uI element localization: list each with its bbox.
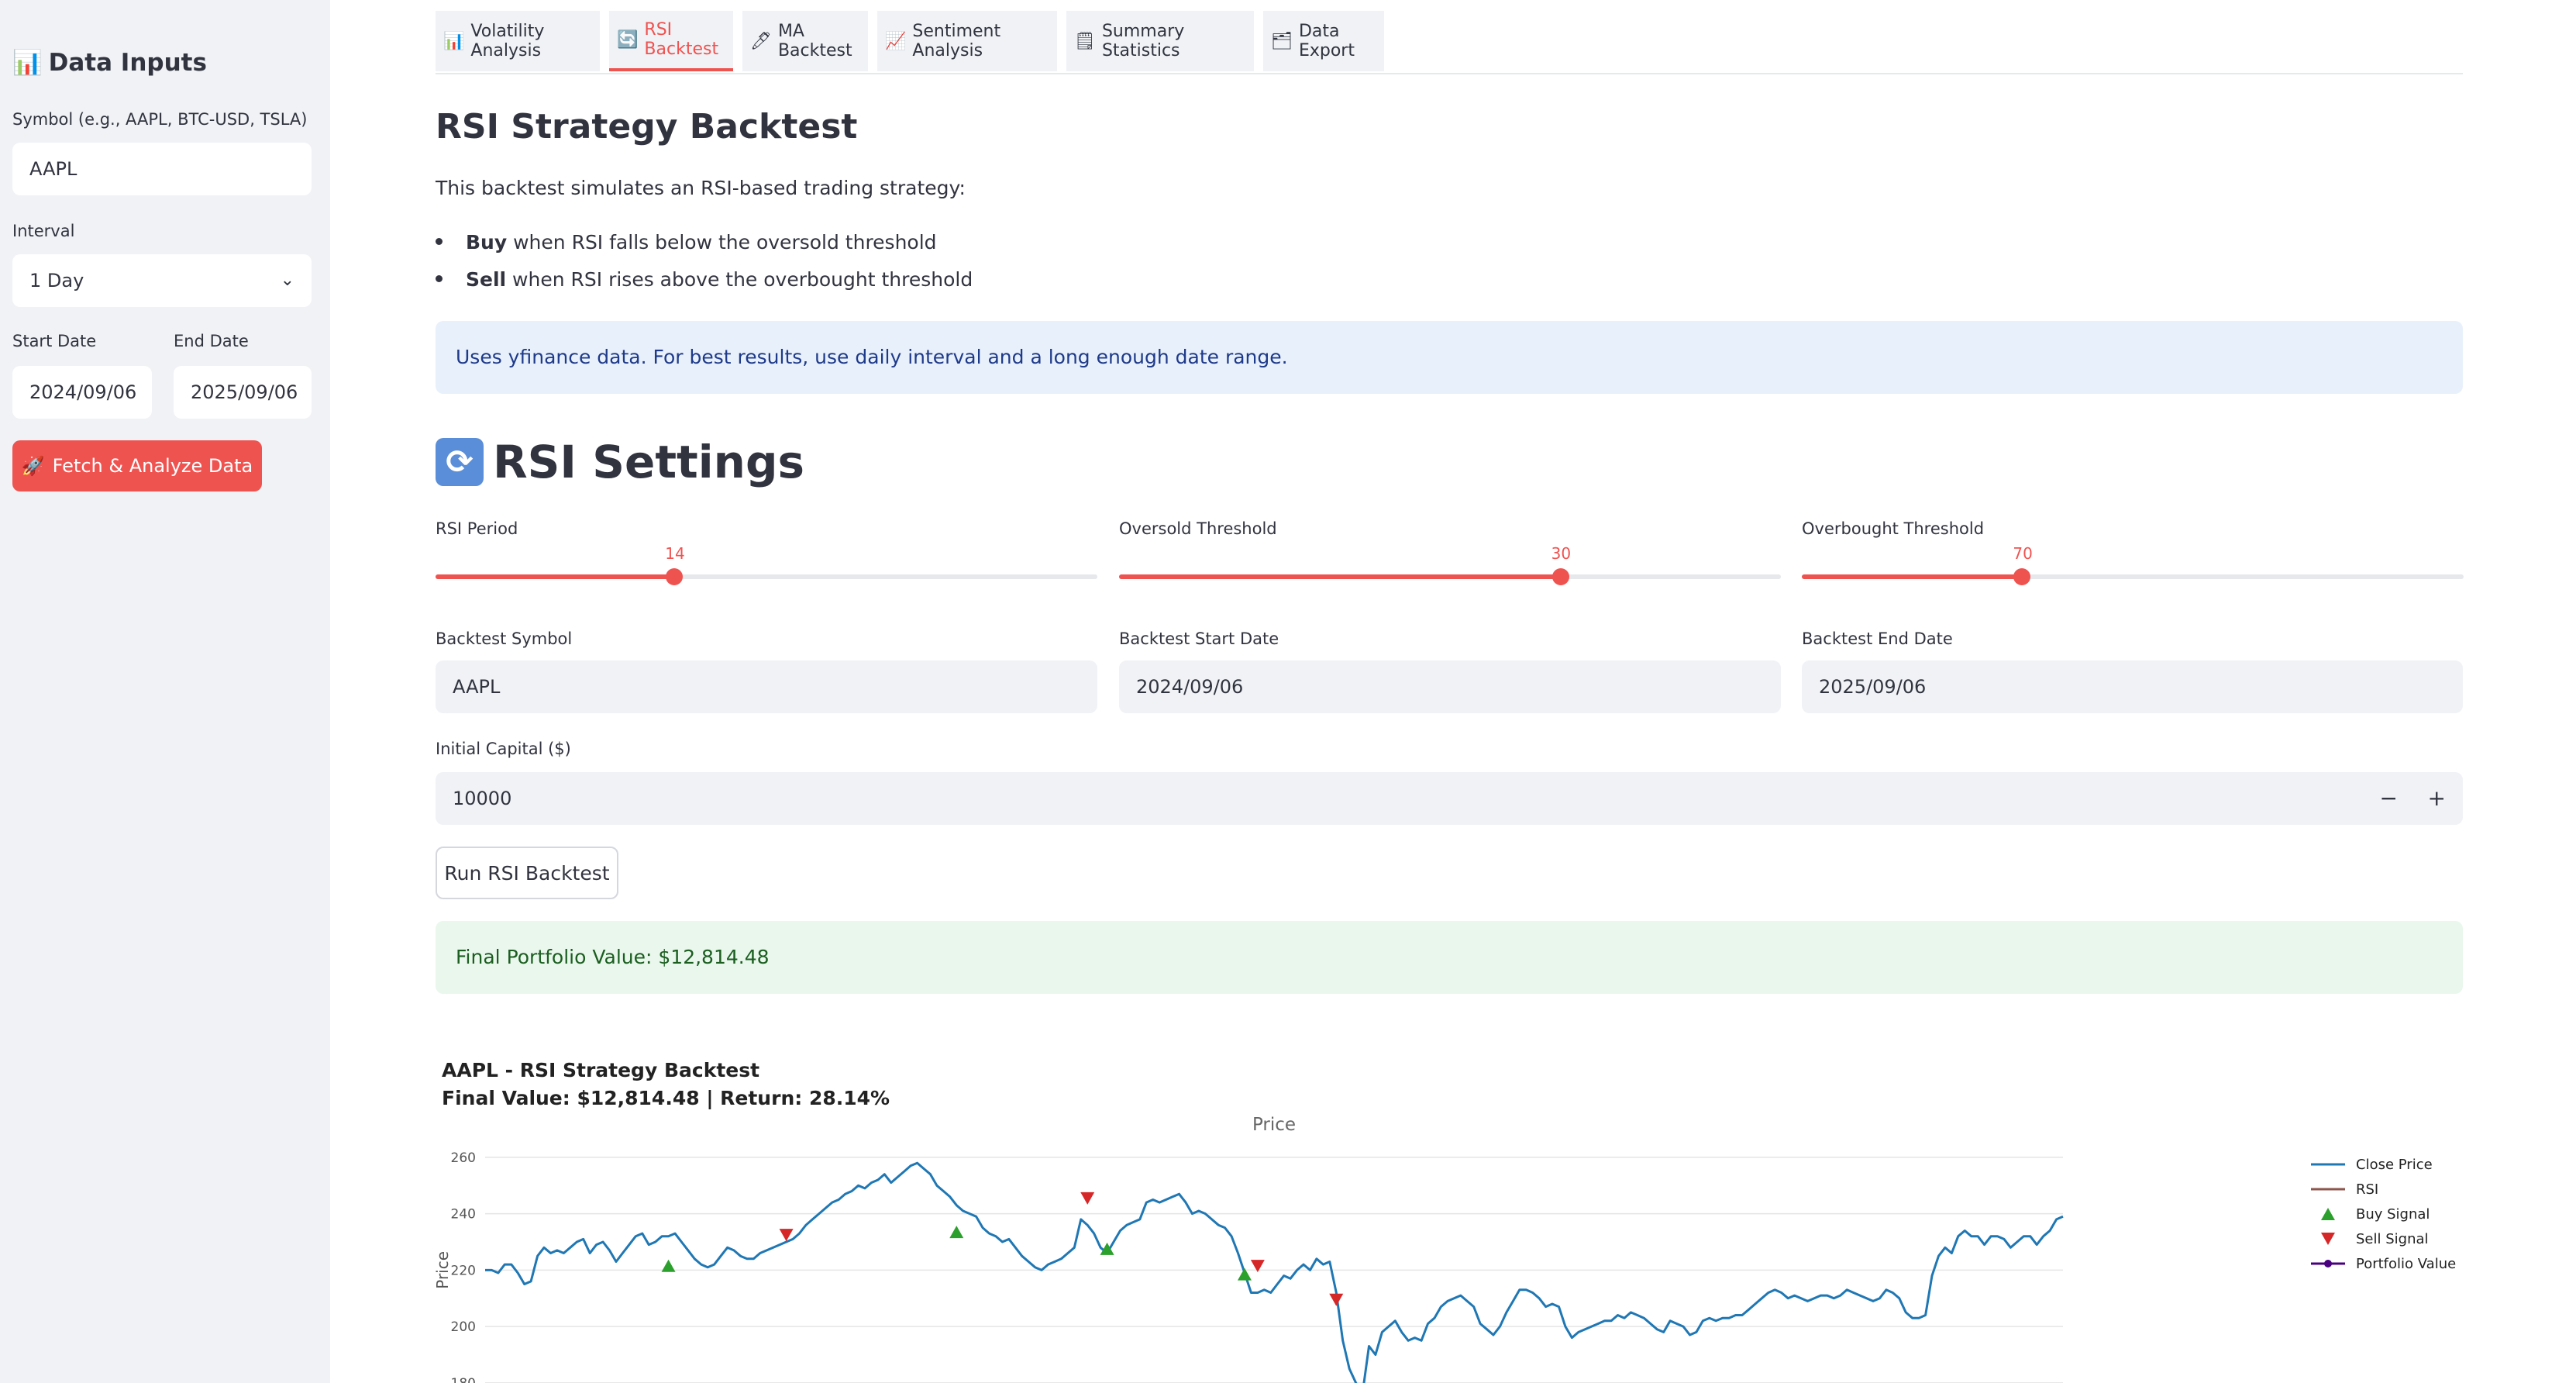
intro-text: This backtest simulates an RSI-based tra… — [436, 177, 966, 199]
rsi-period-slider[interactable] — [436, 568, 1097, 585]
symbol-label: Symbol (e.g., AAPL, BTC-USD, TSLA) — [12, 110, 308, 129]
y-tick-label: 180 — [451, 1376, 476, 1383]
y-tick-label: 200 — [451, 1319, 476, 1335]
success-alert: Final Portfolio Value: $12,814.48 — [436, 921, 2463, 994]
y-tick-label: 240 — [451, 1207, 476, 1223]
sell-signal-marker — [1329, 1293, 1344, 1306]
backtest-symbol-label: Backtest Symbol — [436, 629, 573, 648]
legend-swatch — [2321, 1233, 2335, 1245]
legend-item[interactable]: Sell Signal — [2311, 1226, 2456, 1251]
interval-label: Interval — [12, 222, 75, 240]
legend-swatch — [2321, 1208, 2335, 1220]
backtest-start-date-input[interactable]: 2024/09/06 — [1119, 660, 1781, 713]
buy-signal-marker — [661, 1259, 676, 1272]
settings-heading: ⟳ RSI Settings — [436, 436, 804, 488]
legend-item[interactable]: Portfolio Value — [2311, 1251, 2456, 1276]
sell-signal-marker — [1080, 1192, 1095, 1205]
panel-title: Price — [1252, 1115, 1296, 1135]
info-alert: Uses yfinance data. For best results, us… — [436, 321, 2463, 394]
overbought-threshold-label: Overbought Threshold — [1802, 519, 1985, 538]
legend-item[interactable]: RSI — [2311, 1177, 2456, 1202]
list-item: Sell when RSI rises above the overbought… — [436, 268, 973, 291]
tab-rsi-backtest[interactable]: 🔄 RSI Backtest — [609, 11, 733, 71]
notepad-icon: 🗒 — [1074, 31, 1096, 51]
legend-swatch — [2311, 1163, 2345, 1166]
oversold-threshold-slider[interactable] — [1119, 568, 1781, 585]
slider-handle[interactable] — [1551, 568, 1569, 585]
symbol-input[interactable]: AAPL — [12, 143, 312, 195]
chart-title: AAPL - RSI Strategy Backtest — [442, 1059, 760, 1081]
tab-summary-statistics[interactable]: 🗒 Summary Statistics — [1066, 11, 1254, 71]
legend-swatch — [2311, 1260, 2345, 1267]
slider-fill — [1119, 574, 1561, 579]
refresh-icon: 🔄 — [617, 29, 639, 50]
slider-fill — [1802, 574, 2023, 579]
fetch-analyze-button[interactable]: 🚀 Fetch & Analyze Data — [12, 440, 262, 491]
chevron-down-icon: ⌄ — [280, 271, 294, 290]
chart-subtitle: Final Value: $12,814.48 | Return: 28.14% — [442, 1087, 890, 1109]
rocket-icon: 🚀 — [21, 455, 45, 477]
refresh-icon: ⟳ — [436, 438, 484, 486]
rsi-period-value: 14 — [665, 544, 685, 563]
y-tick-label: 220 — [451, 1263, 476, 1278]
rsi-period-label: RSI Period — [436, 519, 518, 538]
end-date-input[interactable]: 2025/09/06 — [174, 366, 312, 419]
overbought-threshold-slider[interactable] — [1802, 568, 2464, 585]
overbought-threshold-value: 70 — [2013, 544, 2033, 563]
run-rsi-backtest-button[interactable]: Run RSI Backtest — [436, 847, 618, 899]
slider-handle[interactable] — [666, 568, 684, 585]
oversold-threshold-value: 30 — [1551, 544, 1572, 563]
increment-button[interactable]: + — [2428, 772, 2446, 825]
main-content: 📊 Volatility Analysis 🔄 RSI Backtest 🖊 MA B… — [330, 0, 2576, 1383]
y-axis-label: Price — [433, 1251, 452, 1289]
end-date-label: End Date — [174, 332, 249, 350]
tab-bar: 📊 Volatility Analysis 🔄 RSI Backtest 🖊 MA B… — [436, 11, 2463, 74]
backtest-symbol-input[interactable]: AAPL — [436, 660, 1097, 713]
start-date-input[interactable]: 2024/09/06 — [12, 366, 152, 419]
sidebar: 📊 Data Inputs Symbol (e.g., AAPL, BTC-USD… — [0, 0, 330, 1383]
interval-select[interactable]: 1 Day ⌄ — [12, 254, 312, 307]
legend-swatch — [2311, 1188, 2345, 1191]
tab-ma-backtest[interactable]: 🖊 MA Backtest — [742, 11, 868, 71]
chart-legend: Close Price RSI Buy Signal Sell Signal P… — [2311, 1152, 2456, 1276]
bar-chart-icon: 📊 — [443, 31, 465, 51]
start-date-label: Start Date — [12, 332, 97, 350]
tab-sentiment-analysis[interactable]: 📈 Sentiment Analysis — [877, 11, 1057, 71]
oversold-threshold-label: Oversold Threshold — [1119, 519, 1277, 538]
backtest-end-date-input[interactable]: 2025/09/06 — [1802, 660, 2463, 713]
decrement-button[interactable]: − — [2380, 772, 2398, 825]
legend-item[interactable]: Buy Signal — [2311, 1202, 2456, 1226]
trend-up-icon: 📈 — [885, 31, 907, 51]
price-chart: Price Price 180 200 220 240 260 — [433, 1115, 2064, 1383]
buy-signal-marker — [949, 1226, 964, 1239]
initial-capital-label: Initial Capital ($) — [436, 740, 571, 758]
tab-volatility-analysis[interactable]: 📊 Volatility Analysis — [436, 11, 600, 71]
bar-chart-icon: 📊 — [12, 49, 43, 77]
backtest-start-label: Backtest Start Date — [1119, 629, 1279, 648]
list-item: Buy when RSI falls below the oversold th… — [436, 231, 937, 253]
page-title: RSI Strategy Backtest — [436, 107, 858, 147]
close-price-line — [485, 1161, 2064, 1383]
sidebar-title: 📊 Data Inputs — [12, 49, 207, 77]
initial-capital-input[interactable]: 10000 − + — [436, 772, 2463, 825]
legend-item[interactable]: Close Price — [2311, 1152, 2456, 1177]
backtest-end-label: Backtest End Date — [1802, 629, 1953, 648]
y-tick-label: 260 — [451, 1150, 476, 1166]
bullet-dot — [436, 275, 443, 282]
bullet-dot — [436, 238, 443, 245]
folder-icon: 🗂 — [1271, 31, 1293, 51]
tab-data-export[interactable]: 🗂 Data Export — [1263, 11, 1384, 71]
pen-icon: 🖊 — [750, 31, 772, 51]
slider-fill — [436, 574, 675, 579]
slider-handle[interactable] — [2013, 568, 2031, 585]
